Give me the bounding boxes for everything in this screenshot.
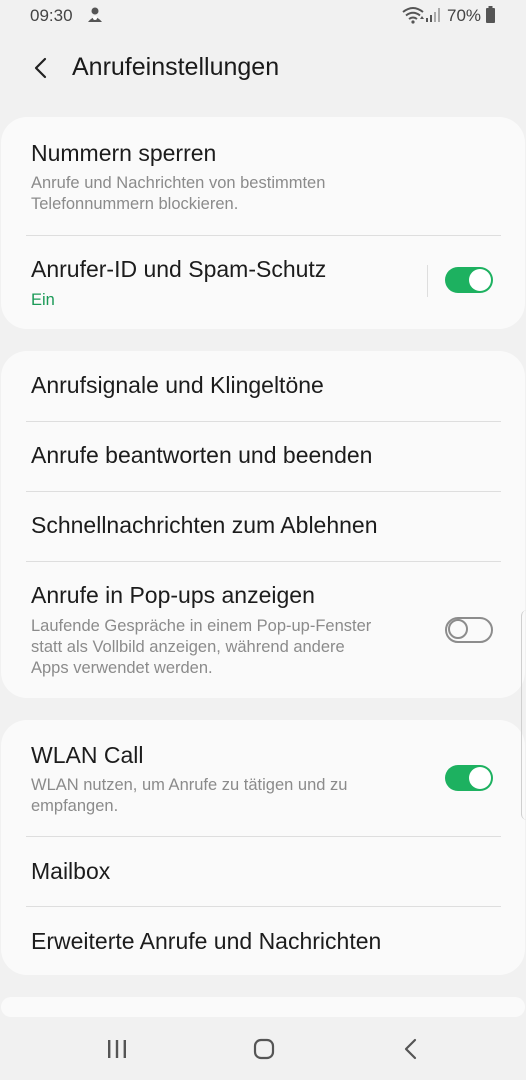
wlan-subtitle-line1: WLAN nutzen, um Anrufe zu tätigen und zu [31,776,348,794]
wlan-call-toggle[interactable] [445,765,493,791]
popup-calls-toggle[interactable] [445,617,493,643]
caller-id-spam-item[interactable]: Anrufer-ID und Spam-Schutz Ein [1,236,525,329]
settings-group-blocking: Nummern sperren Anrufe und Nachrichten v… [1,117,525,329]
quick-decline-messages-item[interactable]: Schnellnachrichten zum Ablehnen [1,492,525,561]
advanced-calling-title: Erweiterte Anrufe und Nachrichten [31,928,382,954]
toggle-knob [469,767,491,789]
mailbox-item[interactable]: Mailbox [1,837,525,906]
answer-end-calls-item[interactable]: Anrufe beantworten und beenden [1,422,525,491]
toggle-knob [448,619,468,639]
popup-subtitle-line1: Laufende Gespräche in einem Pop-up-Fenst… [31,617,372,635]
status-bar: 09:30 70% [0,0,526,32]
settings-group-wlan: WLAN Call WLAN nutzen, um Anrufe zu täti… [1,720,525,975]
app-header: Anrufeinstellungen [0,40,526,96]
ringtones-title: Anrufsignale und Klingeltöne [31,372,324,398]
recents-icon[interactable] [102,1034,132,1064]
answer-end-title: Anrufe beantworten und beenden [31,442,373,468]
mailbox-title: Mailbox [31,858,111,884]
scroll-edge-indicator [521,610,526,820]
block-numbers-subtitle-line2: Telefonnummern blockieren. [31,195,239,213]
person-icon [88,7,102,22]
advanced-calling-item[interactable]: Erweiterte Anrufe und Nachrichten [1,907,525,975]
block-numbers-subtitle: Anrufe und Nachrichten von bestimmten Te… [31,173,325,215]
popup-subtitle-line2: statt als Vollbild anzeigen, während and… [31,638,345,656]
block-numbers-subtitle-line1: Anrufe und Nachrichten von bestimmten [31,174,326,192]
signal-icon [426,8,440,22]
back-arrow-icon[interactable] [26,52,58,84]
block-numbers-item[interactable]: Nummern sperren Anrufe und Nachrichten v… [1,117,525,235]
popup-subtitle-line3: Apps verwendet werden. [31,659,213,677]
caller-id-toggle[interactable] [445,267,493,293]
wlan-call-title: WLAN Call [31,742,144,768]
settings-group-partial [1,997,525,1017]
wlan-call-item[interactable]: WLAN Call WLAN nutzen, um Anrufe zu täti… [1,720,525,836]
page-title: Anrufeinstellungen [72,53,280,81]
navigation-bar [0,1016,526,1080]
back-icon[interactable] [396,1034,426,1064]
block-numbers-title: Nummern sperren [31,140,217,166]
battery-percentage: 70% [447,6,482,25]
status-time: 09:30 [30,6,73,25]
popup-calls-title: Anrufe in Pop-ups anzeigen [31,582,315,608]
settings-group-calls: Anrufsignale und Klingeltöne Anrufe bean… [1,351,525,698]
ringtones-item[interactable]: Anrufsignale und Klingeltöne [1,351,525,421]
home-icon[interactable] [249,1034,279,1064]
caller-id-title: Anrufer-ID und Spam-Schutz [31,256,327,282]
quick-decline-title: Schnellnachrichten zum Ablehnen [31,512,378,538]
wlan-call-subtitle: WLAN nutzen, um Anrufe zu tätigen und zu… [31,775,347,817]
wlan-subtitle-line2: empfangen. [31,797,119,815]
caller-id-status: Ein [31,291,55,309]
popup-calls-subtitle: Laufende Gespräche in einem Pop-up-Fenst… [31,616,371,679]
toggle-knob [469,269,491,291]
wifi-icon [402,7,424,24]
popup-calls-item[interactable]: Anrufe in Pop-ups anzeigen Laufende Gesp… [1,562,525,698]
battery-icon [486,6,495,23]
toggle-separator [427,265,428,297]
